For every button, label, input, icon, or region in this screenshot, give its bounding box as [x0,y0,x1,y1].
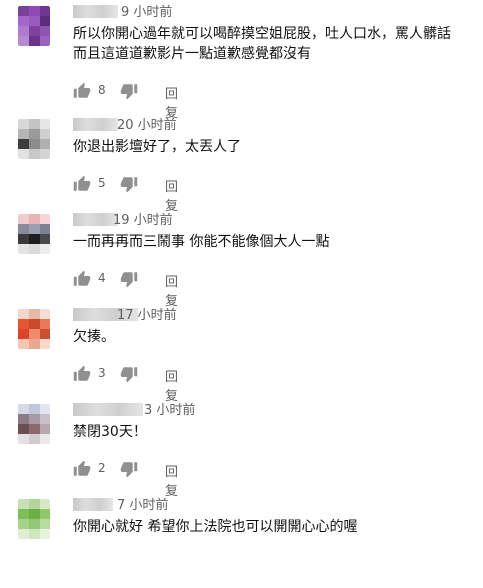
author-name-redacted[interactable] [73,5,118,18]
like-count: 8 [98,83,106,97]
comment-timestamp[interactable]: 3 小时前 [144,399,195,418]
comment-text: 你開心就好 希望你上法院也可以開開心心的喔 [73,519,358,535]
author-name-redacted[interactable] [73,213,118,226]
thumbs-down-icon[interactable] [120,175,138,193]
thumbs-down-icon[interactable] [120,270,138,288]
comment-item: 9 小时前所以你開心過年就可以喝醉摸空姐屁股，吐人口水，罵人髒話 而且這道道歉影… [0,0,483,121]
comment-timestamp[interactable]: 9 小时前 [121,1,172,20]
comment-text: 一而再再而三鬧事 你能不能像個大人一點 [73,234,330,250]
like-count: 5 [98,176,106,190]
avatar[interactable] [18,499,50,539]
thumbs-up-icon[interactable] [73,175,91,193]
avatar[interactable] [18,6,50,46]
thumbs-up-icon[interactable] [73,270,91,288]
comment-timestamp[interactable]: 20 小时前 [117,114,177,133]
comment-item: 19 小时前 一而再再而三鬧事 你能不能像個大人一點 4 回复 [0,208,483,309]
thumbs-up-icon[interactable] [73,82,91,100]
comment-timestamp[interactable]: 19 小时前 [113,209,173,228]
comment-text: 你退出影壇好了，太丟人了 [73,139,241,155]
avatar[interactable] [18,309,50,349]
comment-item: 7 小时前你開心就好 希望你上法院也可以開開心心的喔 [0,493,483,588]
comment-item: 17 小时前 欠揍。 3 回复 [0,303,483,404]
thumbs-down-icon[interactable] [120,82,138,100]
author-name-redacted[interactable] [73,403,143,416]
thumbs-up-icon[interactable] [73,365,91,383]
avatar[interactable] [18,214,50,254]
comment-text: 禁閉30天！ [73,424,147,440]
comment-text: 欠揍。 [73,329,115,345]
author-name-redacted[interactable] [73,498,113,511]
comment-timestamp[interactable]: 7 小时前 [117,494,168,513]
like-count: 2 [98,461,106,475]
comment-timestamp[interactable]: 17 小时前 [117,304,177,323]
thumbs-down-icon[interactable] [120,365,138,383]
thumbs-down-icon[interactable] [120,460,138,478]
comment-text: 所以你開心過年就可以喝醉摸空姐屁股，吐人口水，罵人髒話 而且這道道歉影片一點道歉… [73,26,451,62]
thumbs-up-icon[interactable] [73,460,91,478]
author-name-redacted[interactable] [73,118,118,131]
comment-item: 3 小时前 禁閉30天！ 2 回复 [0,398,483,499]
comment-item: 20 小时前 你退出影壇好了，太丟人了 5 回复 [0,113,483,214]
avatar[interactable] [18,119,50,159]
like-count: 3 [98,366,106,380]
avatar[interactable] [18,404,50,444]
like-count: 4 [98,271,106,285]
